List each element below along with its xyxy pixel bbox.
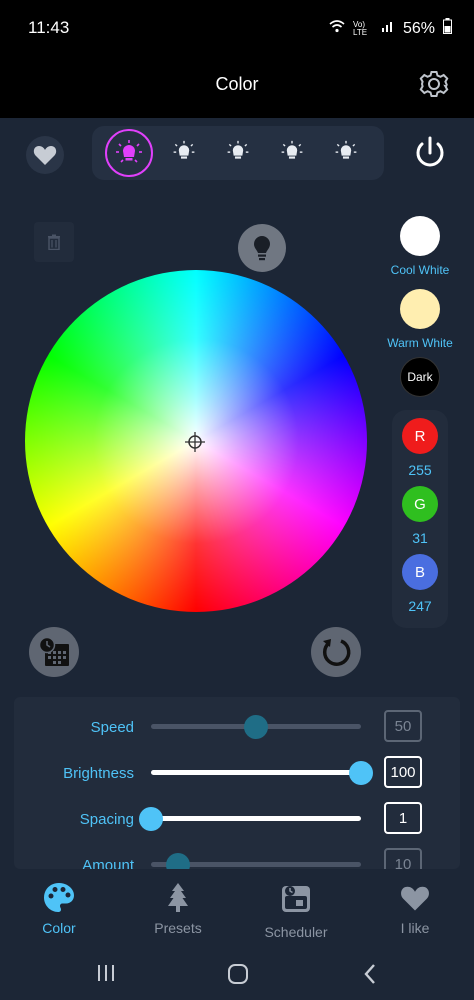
bulb-icon — [116, 140, 142, 163]
color-picker-crosshair[interactable] — [185, 432, 205, 452]
nav-scheduler-label: Scheduler — [264, 924, 328, 940]
bulb-icon — [335, 140, 357, 159]
red-channel-label: R — [414, 427, 426, 445]
trash-icon — [48, 234, 60, 250]
status-indicators: Vo) LTE 56% — [329, 18, 452, 39]
red-channel-button[interactable]: R — [402, 418, 438, 454]
amount-value[interactable]: 10 — [384, 848, 422, 869]
recent-apps-icon[interactable] — [96, 964, 116, 987]
green-channel-label: G — [414, 495, 426, 513]
battery-icon — [443, 18, 452, 39]
nav-presets-label: Presets — [154, 920, 202, 936]
speed-value[interactable]: 50 — [384, 710, 422, 742]
dark-swatch-label: Dark — [407, 370, 433, 384]
scheduler-icon — [282, 886, 310, 912]
blue-channel-value: 247 — [408, 598, 432, 614]
bulb-2-button[interactable] — [162, 131, 206, 175]
blue-channel-label: B — [414, 563, 425, 581]
spacing-slider-track[interactable] — [151, 816, 361, 821]
wifi-icon — [329, 19, 345, 38]
refresh-icon — [322, 639, 351, 666]
heart-icon — [33, 146, 57, 165]
bulb-1-button[interactable] — [107, 131, 151, 175]
calendar-clock-icon — [38, 636, 69, 666]
green-channel-value: 31 — [412, 530, 428, 546]
bulb-icon — [281, 140, 303, 159]
heart-icon — [401, 886, 429, 911]
amount-label: Amount — [82, 857, 134, 869]
warm-white-swatch[interactable] — [400, 289, 440, 329]
signal-icon — [381, 19, 395, 38]
bulb-3-button[interactable] — [216, 131, 260, 175]
power-button[interactable] — [408, 132, 452, 176]
blue-channel-button[interactable]: B — [402, 554, 438, 590]
reset-button[interactable] — [311, 627, 361, 677]
lightbulb-icon — [254, 236, 270, 261]
white-light-toggle-button[interactable] — [238, 224, 286, 272]
favorite-heart-button[interactable] — [26, 136, 64, 174]
bulb-4-button[interactable] — [270, 131, 314, 175]
green-channel-button[interactable]: G — [402, 486, 438, 522]
warm-white-label: Warm White — [387, 336, 453, 350]
nav-i-like-label: I like — [400, 920, 430, 936]
brightness-slider-thumb[interactable] — [349, 761, 373, 785]
status-clock: 11:43 — [28, 18, 70, 37]
dark-swatch[interactable]: Dark — [400, 357, 440, 397]
delete-button[interactable] — [34, 222, 74, 262]
back-icon[interactable] — [363, 963, 377, 990]
cool-white-label: Cool White — [390, 263, 450, 277]
nav-i-like[interactable]: I like — [370, 880, 460, 936]
bulb-icon — [227, 140, 249, 159]
palette-icon — [44, 883, 74, 912]
brightness-slider-track[interactable] — [151, 770, 361, 775]
timer-schedule-button[interactable] — [29, 627, 79, 677]
effect-sliders-panel: Speed 50 Brightness 100 Spacing 1 Amount… — [14, 697, 460, 869]
spacing-value[interactable]: 1 — [384, 802, 422, 834]
speed-label: Speed — [90, 719, 134, 736]
system-navigation-bar — [0, 946, 474, 1000]
power-icon — [416, 136, 444, 167]
cool-white-swatch[interactable] — [400, 216, 440, 256]
tree-icon — [168, 883, 188, 912]
brightness-value[interactable]: 100 — [384, 756, 422, 788]
speed-slider-thumb[interactable] — [244, 715, 268, 739]
nav-scheduler[interactable]: Scheduler — [251, 880, 341, 940]
bulb-5-button[interactable] — [324, 131, 368, 175]
spacing-slider-thumb[interactable] — [139, 807, 163, 831]
page-title: Color — [215, 74, 259, 94]
nav-color-label: Color — [42, 920, 76, 936]
nav-color[interactable]: Color — [14, 880, 104, 936]
lte-label: Vo) LTE — [352, 19, 368, 37]
amount-slider-thumb[interactable] — [166, 853, 191, 869]
settings-gear-icon[interactable] — [414, 64, 454, 104]
brightness-label: Brightness — [63, 765, 134, 782]
home-icon[interactable] — [227, 963, 249, 990]
spacing-label: Spacing — [79, 811, 134, 828]
nav-presets[interactable]: Presets — [133, 880, 223, 936]
bulb-icon — [173, 140, 195, 159]
battery-percent: 56% — [402, 19, 435, 37]
bulb-selector — [92, 126, 384, 180]
red-channel-value: 255 — [408, 462, 432, 478]
